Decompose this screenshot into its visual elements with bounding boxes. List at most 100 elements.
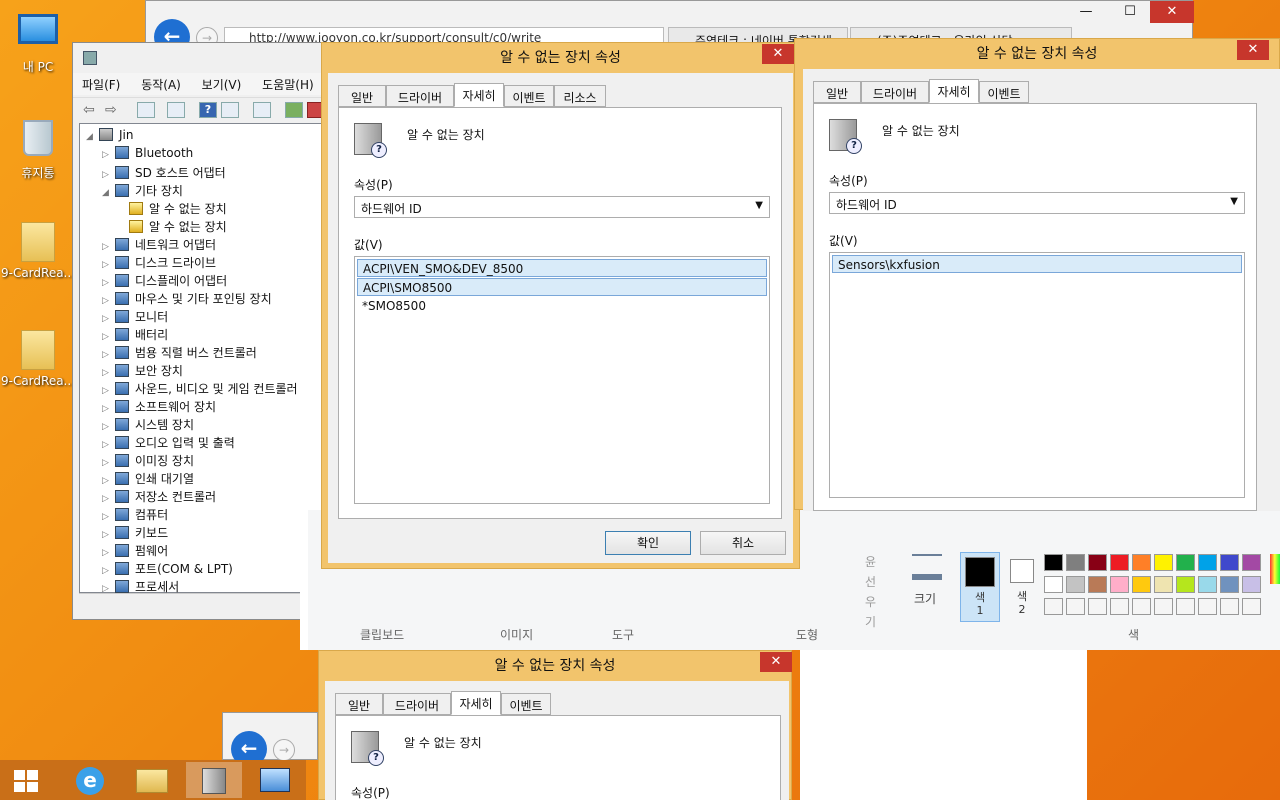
tree-category[interactable]: ▷ 네트워크 어댑터 [102, 236, 216, 254]
desktop-icon-recycle-bin[interactable]: 휴지통 [0, 118, 76, 181]
update-driver-icon[interactable] [285, 102, 303, 118]
tab-general[interactable]: 일반 [338, 85, 386, 107]
tab-events[interactable]: 이벤트 [501, 693, 551, 715]
expand-icon[interactable]: ▷ [102, 494, 112, 504]
expand-icon[interactable]: ▷ [102, 332, 112, 342]
palette-swatch[interactable] [1066, 576, 1085, 593]
properties-icon[interactable] [137, 102, 155, 118]
tree-category[interactable]: ▷ 키보드 [102, 524, 168, 542]
menu-action[interactable]: 동작(A) [132, 73, 189, 93]
list-item[interactable]: *SMO8500 [357, 297, 767, 315]
expand-icon[interactable]: ▷ [102, 278, 112, 288]
palette-swatch[interactable] [1044, 576, 1063, 593]
tree-category[interactable]: ▷ 인쇄 대기열 [102, 470, 194, 488]
palette-swatch[interactable] [1220, 576, 1239, 593]
expand-icon[interactable]: ▷ [102, 368, 112, 378]
back-icon[interactable]: ⇦ [83, 102, 101, 118]
tree-category[interactable]: ▷ 포트(COM & LPT) [102, 560, 233, 578]
show-hide-icon[interactable] [167, 102, 185, 118]
device-manager-taskbar[interactable] [186, 762, 242, 798]
custom-palette-swatch[interactable] [1176, 598, 1195, 615]
close-icon[interactable]: ✕ [762, 44, 794, 64]
palette-swatch[interactable] [1044, 554, 1063, 571]
palette-swatch[interactable] [1066, 554, 1085, 571]
palette-swatch[interactable] [1176, 554, 1195, 571]
tab-driver[interactable]: 드라이버 [861, 81, 929, 103]
control-panel-taskbar[interactable] [248, 762, 304, 798]
palette-swatch[interactable] [1088, 554, 1107, 571]
minimize-icon[interactable]: — [1064, 1, 1108, 23]
maximize-icon[interactable]: ☐ [1108, 1, 1152, 23]
collapse-icon[interactable]: ◢ [102, 188, 112, 198]
palette-swatch[interactable] [1154, 554, 1173, 571]
tree-category[interactable]: ▷ 이미징 장치 [102, 452, 194, 470]
tree-category[interactable]: ▷ 범용 직렬 버스 컨트롤러 [102, 344, 257, 362]
close-icon[interactable]: ✕ [760, 652, 792, 672]
expand-icon[interactable]: ▷ [102, 350, 112, 360]
palette-swatch[interactable] [1198, 576, 1217, 593]
expand-icon[interactable]: ▷ [102, 170, 112, 180]
desktop-icon-this-pc[interactable]: 내 PC [0, 10, 76, 75]
palette-swatch[interactable] [1220, 554, 1239, 571]
custom-palette-swatch[interactable] [1066, 598, 1085, 615]
tab-driver[interactable]: 드라이버 [386, 85, 454, 107]
tree-category[interactable]: ▷ 저장소 컨트롤러 [102, 488, 216, 506]
tab-details[interactable]: 자세히 [451, 691, 501, 715]
tree-child-item[interactable]: 알 수 없는 장치 [126, 200, 227, 218]
custom-palette-swatch[interactable] [1198, 598, 1217, 615]
list-item[interactable]: ACPI\VEN_SMO&DEV_8500 [357, 259, 767, 277]
desktop-icon-cardreader-2[interactable]: 9-CardRea... [0, 330, 76, 388]
tab-events[interactable]: 이벤트 [504, 85, 554, 107]
palette-swatch[interactable] [1198, 554, 1217, 571]
scan-hardware-icon[interactable] [253, 102, 271, 118]
menu-file[interactable]: 파일(F) [73, 73, 128, 93]
expand-icon[interactable]: ▷ [102, 440, 112, 450]
view-icon[interactable] [221, 102, 239, 118]
tree-category[interactable]: ▷ 디스플레이 어댑터 [102, 272, 227, 290]
expand-icon[interactable]: ▷ [102, 404, 112, 414]
custom-palette-swatch[interactable] [1154, 598, 1173, 615]
forward-icon[interactable]: ⇨ [105, 102, 123, 118]
color2-button[interactable]: 색 2 [1006, 552, 1038, 622]
file-explorer-taskbar[interactable] [124, 762, 180, 798]
edit-colors-icon[interactable] [1270, 554, 1280, 584]
custom-palette-swatch[interactable] [1088, 598, 1107, 615]
tree-category[interactable]: ▷ Bluetooth [102, 146, 193, 164]
tab-general[interactable]: 일반 [335, 693, 383, 715]
help-icon[interactable]: ? [199, 102, 217, 118]
expand-icon[interactable]: ▷ [102, 530, 112, 540]
tree-category[interactable]: ▷ 배터리 [102, 326, 168, 344]
collapse-icon[interactable]: ◢ [86, 132, 96, 142]
palette-swatch[interactable] [1088, 576, 1107, 593]
palette-swatch[interactable] [1176, 576, 1195, 593]
expand-icon[interactable]: ▷ [102, 242, 112, 252]
tab-details[interactable]: 자세히 [929, 79, 979, 103]
expand-icon[interactable]: ▷ [102, 548, 112, 558]
tab-general[interactable]: 일반 [813, 81, 861, 103]
expand-icon[interactable]: ▷ [102, 458, 112, 468]
tree-category[interactable]: ◢ 기타 장치 [102, 182, 183, 200]
expand-icon[interactable]: ▷ [102, 566, 112, 576]
tree-category[interactable]: ▷ 펌웨어 [102, 542, 168, 560]
palette-swatch[interactable] [1154, 576, 1173, 593]
tab-details[interactable]: 자세히 [454, 83, 504, 107]
expand-icon[interactable]: ▷ [102, 314, 112, 324]
paint-canvas[interactable] [800, 650, 1087, 800]
palette-swatch[interactable] [1242, 576, 1261, 593]
close-icon[interactable]: ✕ [1150, 1, 1194, 23]
internet-explorer-taskbar[interactable]: e [62, 762, 118, 798]
tree-category[interactable]: ▷ 모니터 [102, 308, 168, 326]
expand-icon[interactable]: ▷ [102, 296, 112, 306]
custom-palette-swatch[interactable] [1044, 598, 1063, 615]
tree-category[interactable]: ▷ 오디오 입력 및 출력 [102, 434, 235, 452]
tree-category[interactable]: ▷ 디스크 드라이브 [102, 254, 216, 272]
value-list[interactable]: ACPI\VEN_SMO&DEV_8500 ACPI\SMO8500 *SMO8… [354, 256, 770, 504]
tree-category[interactable]: ▷ 마우스 및 기타 포인팅 장치 [102, 290, 272, 308]
color1-button[interactable]: 색 1 [960, 552, 1000, 622]
palette-swatch[interactable] [1132, 576, 1151, 593]
palette-swatch[interactable] [1132, 554, 1151, 571]
tree-category[interactable]: ▷ 소프트웨어 장치 [102, 398, 216, 416]
expand-icon[interactable]: ▷ [102, 512, 112, 522]
expand-icon[interactable]: ▷ [102, 260, 112, 270]
custom-palette-swatch[interactable] [1220, 598, 1239, 615]
